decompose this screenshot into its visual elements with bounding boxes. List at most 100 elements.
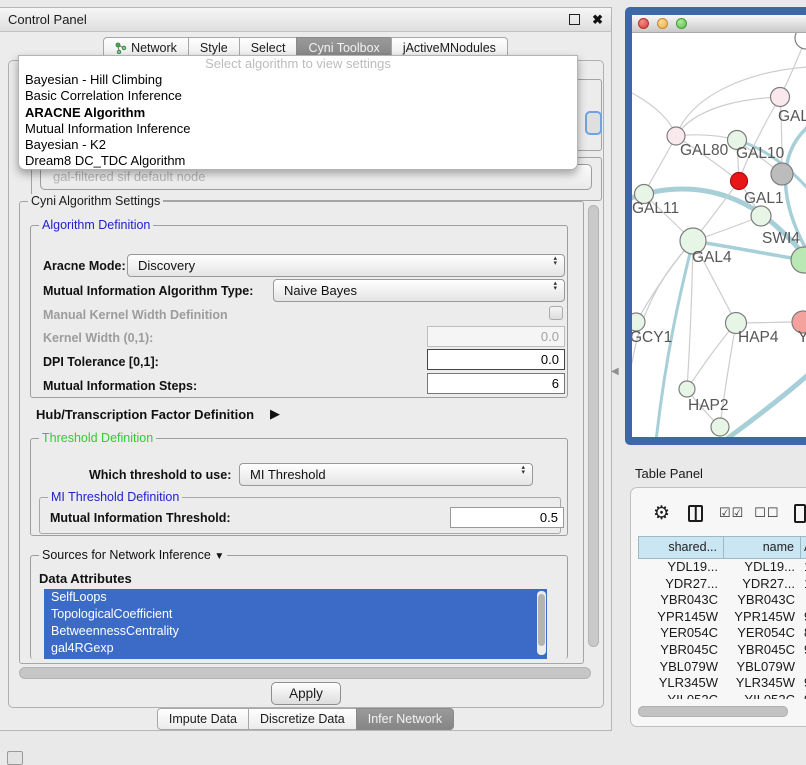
node-label: SWI4 <box>762 230 800 247</box>
network-window-titlebar[interactable] <box>632 15 806 33</box>
select-all-checks-icon[interactable]: ☑☑ <box>719 505 744 521</box>
tab-impute-data[interactable]: Impute Data <box>157 708 249 730</box>
list-item[interactable]: SelfLoops <box>44 589 547 606</box>
apply-button[interactable]: Apply <box>271 682 341 705</box>
settings-horizontal-scrollbar[interactable] <box>19 667 591 679</box>
which-threshold-combo[interactable]: MI Threshold ▴▾ <box>239 463 533 486</box>
cell <box>801 592 806 609</box>
deselect-all-boxes-icon[interactable]: ☐☐ <box>754 505 779 521</box>
edge <box>687 323 736 389</box>
settings-vertical-scrollbar-thumb[interactable] <box>588 205 599 647</box>
cell: YBL079W <box>724 659 801 676</box>
combo-stepper-icon: ▴▾ <box>553 281 557 291</box>
columns-icon[interactable] <box>688 505 703 522</box>
window-close-icon[interactable] <box>638 18 649 29</box>
network-select-combo-value: gal-filtered sif default node <box>53 169 205 184</box>
node-SWI4[interactable] <box>791 247 806 273</box>
list-item[interactable]: TopologicalCoefficient <box>44 606 547 623</box>
node[interactable] <box>795 33 806 49</box>
table-panel-window: ⚙ ☑☑ ☐☐ shared... name A YDL19... YDL19.… <box>630 487 806 727</box>
dpi-tolerance-input[interactable]: 0.0 <box>427 349 565 370</box>
node-GAL1-selected[interactable] <box>731 173 748 190</box>
algorithm-option[interactable]: Mutual Information Inference <box>19 121 577 137</box>
cell: 13 <box>801 559 806 576</box>
gear-icon[interactable]: ⚙ <box>653 504 670 523</box>
column-header-shared-name[interactable]: shared... <box>638 536 724 559</box>
cell: 9. <box>801 609 806 626</box>
network-canvas[interactable]: GAL GAL80 GAL10 GAL1 GAL11 SWI4 GAL4 GCY… <box>632 33 806 437</box>
list-scrollbar[interactable] <box>537 591 546 655</box>
manual-kernel-checkbox[interactable] <box>549 306 563 320</box>
network-graph: GAL GAL80 GAL10 GAL1 GAL11 SWI4 GAL4 GCY… <box>632 33 806 437</box>
cell: YDR27... <box>638 576 724 593</box>
table-row[interactable]: YER054C YER054C 8. <box>638 625 806 642</box>
kernel-width-input[interactable]: 0.0 <box>427 326 565 347</box>
close-icon[interactable]: ✖ <box>592 14 603 25</box>
list-item[interactable]: BetweennessCentrality <box>44 623 547 640</box>
column-header-name[interactable]: name <box>724 536 801 559</box>
cell: YPR145W <box>638 609 724 626</box>
node-gray[interactable] <box>771 163 793 185</box>
mi-threshold-input[interactable]: 0.5 <box>450 507 564 528</box>
cyni-algorithm-settings-legend: Cyni Algorithm Settings <box>28 194 163 208</box>
node[interactable] <box>711 418 729 436</box>
data-attributes-list[interactable]: SelfLoops TopologicalCoefficient Between… <box>44 589 547 659</box>
mi-type-combo[interactable]: Naive Bayes ▴▾ <box>273 279 565 302</box>
aracne-mode-combo[interactable]: Discovery ▴▾ <box>127 254 565 277</box>
control-panel-titlebar: Control Panel ✖ <box>0 8 611 32</box>
window-minimize-icon[interactable] <box>657 18 668 29</box>
collapse-down-icon[interactable]: ▼ <box>214 551 224 562</box>
list-item[interactable]: gal4RGexp <box>44 640 547 657</box>
algorithm-definition-legend: Algorithm Definition <box>39 218 153 232</box>
mi-steps-input[interactable]: 6 <box>427 373 565 394</box>
list-scrollbar-thumb[interactable] <box>538 594 545 646</box>
document-icon[interactable] <box>794 504 806 523</box>
tab-discretize-data[interactable]: Discretize Data <box>248 708 357 730</box>
cell: 9 <box>801 692 806 699</box>
cell: YDL19... <box>724 559 801 576</box>
hub-definition-label: Hub/Transcription Factor Definition <box>36 407 254 422</box>
cell: YPR145W <box>724 609 801 626</box>
node[interactable] <box>771 88 790 107</box>
cyni-algorithm-settings-group: Cyni Algorithm Settings Algorithm Defini… <box>19 201 584 664</box>
expand-right-icon[interactable]: ▶ <box>270 406 280 422</box>
aracne-mode-label: Aracne Mode: <box>43 259 126 273</box>
which-threshold-label: Which threshold to use: <box>89 468 231 482</box>
table-row[interactable]: YIL052C YIL052C 9 <box>638 692 806 699</box>
table-row[interactable]: YLR345W YLR345W 9. <box>638 675 806 692</box>
sources-legend-text: Sources for Network Inference <box>42 548 211 562</box>
table-row[interactable]: YBL079W YBL079W <box>638 659 806 676</box>
minimized-panel-icon[interactable] <box>7 751 23 765</box>
node[interactable] <box>751 206 771 226</box>
mi-threshold-label: Mutual Information Threshold: <box>50 511 231 525</box>
algorithm-option[interactable]: Dream8 DC_TDC Algorithm <box>19 153 577 169</box>
table-row[interactable]: YPR145W YPR145W 9. <box>638 609 806 626</box>
cell: YIL052C <box>638 692 724 699</box>
table-row[interactable]: YBR043C YBR043C <box>638 592 806 609</box>
table-row[interactable]: YDL19... YDL19... 13 <box>638 559 806 576</box>
table-row[interactable]: YBR045C YBR045C 9. <box>638 642 806 659</box>
table-row[interactable]: YDR27... YDR27... 12 <box>638 576 806 593</box>
cell: YIL052C <box>724 692 801 699</box>
table-horizontal-scrollbar-thumb[interactable] <box>638 706 788 717</box>
settings-vertical-scrollbar[interactable] <box>587 203 600 660</box>
node-attribute-table: shared... name A YDL19... YDL19... 13 YD… <box>638 536 806 699</box>
settings-horizontal-scrollbar-thumb[interactable] <box>19 667 591 679</box>
algorithm-option[interactable]: Bayesian - Hill Climbing <box>19 72 577 88</box>
node-label: GAL10 <box>736 145 785 162</box>
column-header-partial[interactable]: A <box>801 536 806 559</box>
which-threshold-value: MI Threshold <box>250 467 326 482</box>
focused-combo-fragment[interactable] <box>585 111 602 135</box>
tab-discretize-data-label: Discretize Data <box>260 709 345 729</box>
algorithm-option[interactable]: Bayesian - K2 <box>19 137 577 153</box>
algorithm-option-selected[interactable]: ARACNE Algorithm <box>19 105 577 121</box>
kernel-width-label: Kernel Width (0,1): <box>43 331 153 345</box>
panel-divider-collapse-icon[interactable]: ◀ <box>611 366 619 377</box>
float-window-icon[interactable] <box>569 14 580 25</box>
node-HAP2[interactable] <box>679 381 695 397</box>
window-zoom-icon[interactable] <box>676 18 687 29</box>
tab-infer-network[interactable]: Infer Network <box>356 708 454 730</box>
algorithm-option[interactable]: Basic Correlation Inference <box>19 88 577 104</box>
algorithm-combo-placeholder: Select algorithm to view settings <box>19 56 577 72</box>
table-horizontal-scrollbar[interactable] <box>638 706 798 717</box>
